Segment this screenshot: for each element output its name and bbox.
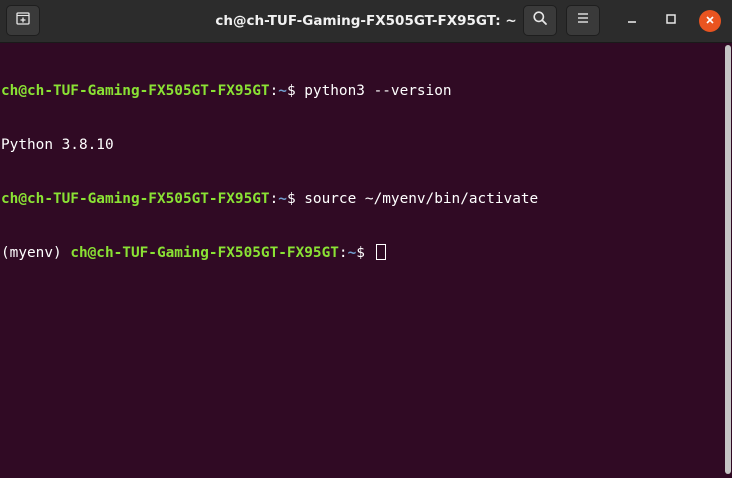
current-path: ~	[278, 83, 287, 99]
new-tab-button[interactable]	[6, 5, 40, 36]
command-text: python3 --version	[304, 83, 452, 99]
hamburger-menu-icon	[576, 11, 590, 30]
minimize-button[interactable]	[621, 10, 643, 32]
prompt-symbol: $	[286, 191, 305, 207]
scrollbar-thumb[interactable]	[725, 45, 731, 474]
text-cursor	[375, 244, 386, 260]
user-host: ch@ch-TUF-Gaming-FX505GT-FX95GT	[1, 191, 270, 207]
prompt-colon: :	[269, 83, 279, 99]
vertical-scrollbar[interactable]	[722, 43, 732, 478]
terminal-window: ch@ch-TUF-Gaming-FX505GT-FX95GT: ~ ch@ch…	[0, 0, 732, 478]
prompt-colon: :	[269, 191, 279, 207]
current-path: ~	[347, 245, 357, 261]
terminal-line: Python 3.8.10	[1, 136, 722, 154]
menu-button[interactable]	[566, 5, 600, 36]
prompt-symbol: $	[286, 83, 305, 99]
command-output: Python 3.8.10	[1, 137, 114, 153]
prompt-colon: :	[338, 245, 348, 261]
header-bar: ch@ch-TUF-Gaming-FX505GT-FX95GT: ~	[0, 0, 732, 43]
search-button[interactable]	[523, 5, 557, 36]
user-host: ch@ch-TUF-Gaming-FX505GT-FX95GT	[70, 245, 339, 261]
command-text: source ~/myenv/bin/activate	[304, 191, 539, 207]
terminal-output[interactable]: ch@ch-TUF-Gaming-FX505GT-FX95GT:~$ pytho…	[0, 43, 722, 478]
maximize-button[interactable]	[660, 10, 682, 32]
terminal-line: (myenv) ch@ch-TUF-Gaming-FX505GT-FX95GT:…	[1, 244, 722, 262]
user-host: ch@ch-TUF-Gaming-FX505GT-FX95GT	[1, 83, 270, 99]
terminal-line: ch@ch-TUF-Gaming-FX505GT-FX95GT:~$ pytho…	[1, 82, 722, 100]
current-path: ~	[278, 191, 287, 207]
venv-indicator: (myenv)	[1, 245, 71, 261]
maximize-icon	[665, 12, 677, 30]
new-tab-icon	[15, 10, 31, 31]
close-icon	[705, 12, 715, 30]
close-button[interactable]	[699, 10, 721, 32]
terminal-line: ch@ch-TUF-Gaming-FX505GT-FX95GT:~$ sourc…	[1, 190, 722, 208]
prompt-symbol: $	[356, 245, 374, 261]
search-icon	[532, 10, 548, 31]
minimize-icon	[626, 12, 638, 30]
